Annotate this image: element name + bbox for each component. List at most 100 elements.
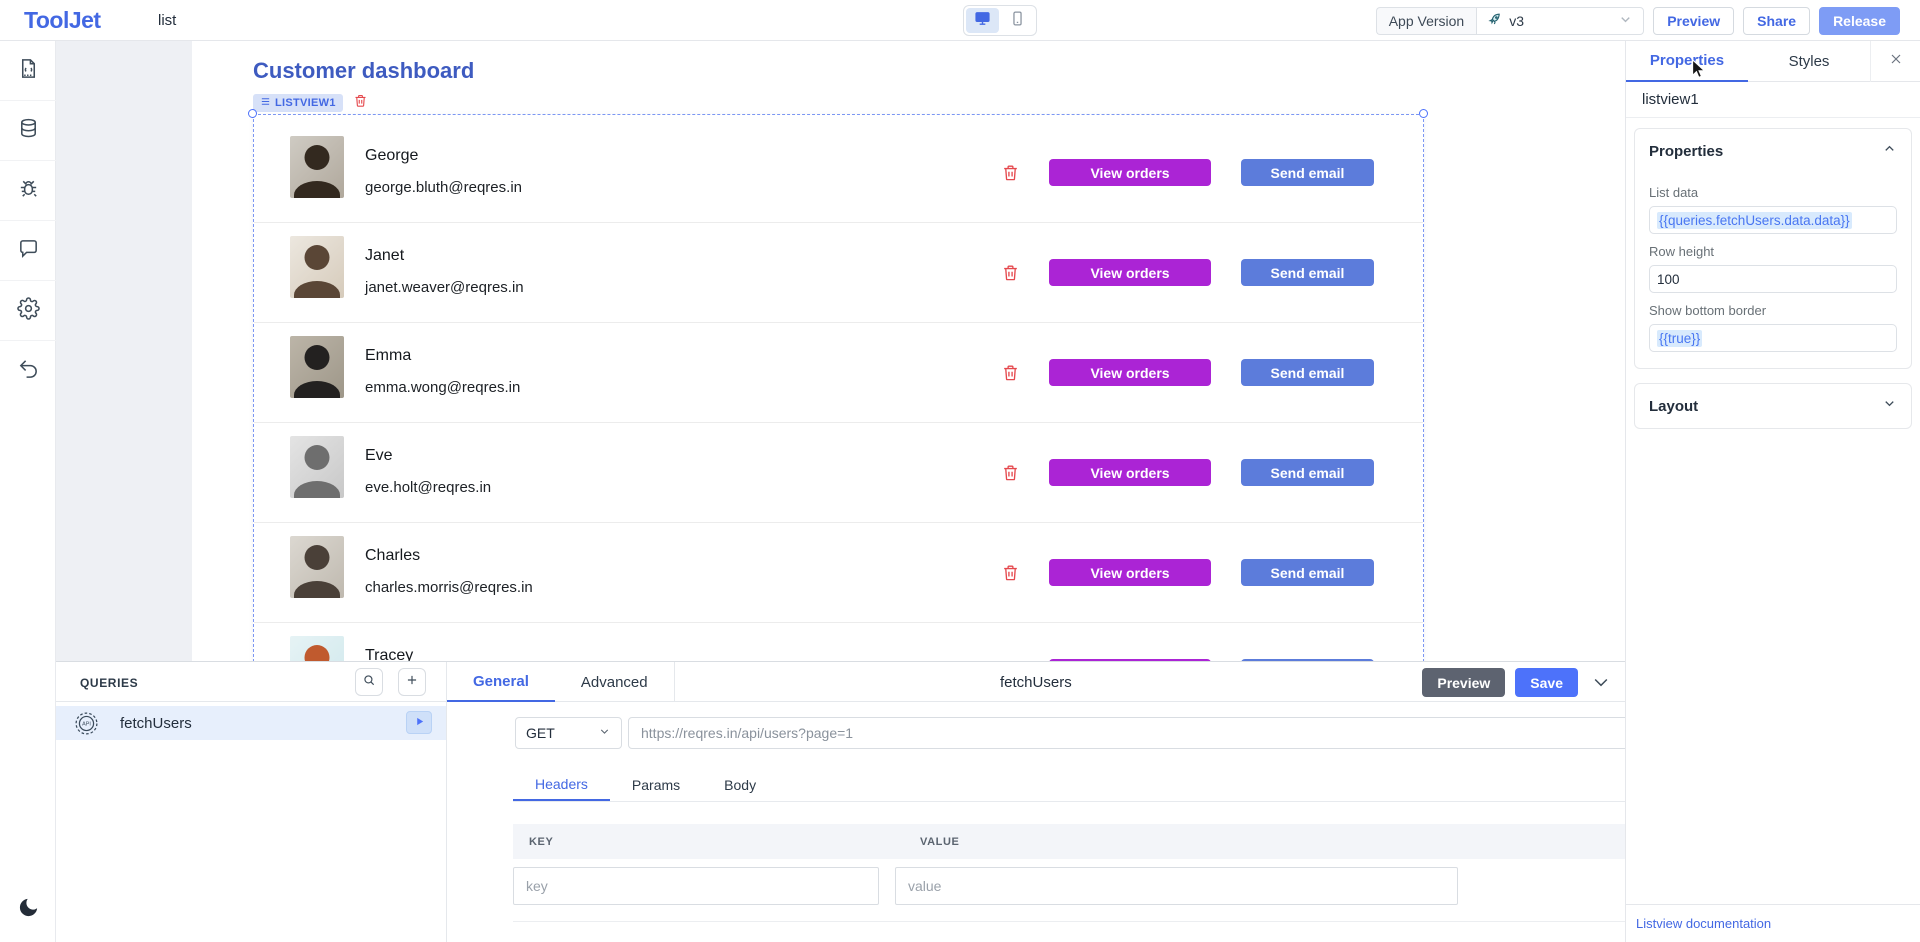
headers-table-header: KEY VALUE bbox=[513, 824, 1671, 859]
query-preview-button[interactable]: Preview bbox=[1422, 668, 1505, 697]
desktop-layout-button[interactable] bbox=[966, 8, 999, 33]
app-name[interactable]: list bbox=[158, 12, 176, 29]
share-button[interactable]: Share bbox=[1743, 7, 1810, 35]
listview-documentation-link[interactable]: Listview documentation bbox=[1636, 916, 1771, 931]
resize-handle-top-right[interactable] bbox=[1419, 109, 1428, 118]
search-icon bbox=[362, 673, 376, 692]
avatar-body bbox=[294, 181, 340, 198]
chevron-down-icon bbox=[1591, 679, 1611, 696]
layout-section-header[interactable]: Layout bbox=[1635, 384, 1911, 428]
send-email-button[interactable]: Send email bbox=[1241, 159, 1374, 186]
chevron-down-icon bbox=[1882, 396, 1897, 416]
delete-row-icon[interactable] bbox=[1001, 563, 1020, 587]
avatar bbox=[290, 336, 344, 398]
tab-general[interactable]: General bbox=[447, 662, 555, 702]
active-query-title[interactable]: fetchUsers bbox=[1000, 674, 1072, 691]
tooljet-app-builder: ToolJet list App Version v3 Preview Sh bbox=[0, 0, 1920, 942]
delete-row-icon[interactable] bbox=[1001, 163, 1020, 187]
list-data-label: List data bbox=[1649, 185, 1897, 200]
list-item: Eve eve.holt@reqres.in View orders Send … bbox=[254, 423, 1423, 523]
row-height-input[interactable]: 100 bbox=[1649, 265, 1897, 293]
view-orders-button[interactable]: View orders bbox=[1049, 359, 1211, 386]
widget-badge-label: LISTVIEW1 bbox=[275, 97, 336, 109]
sidebar-item-datasources[interactable] bbox=[0, 101, 56, 161]
bottom-border-input[interactable]: {{true}} bbox=[1649, 324, 1897, 352]
widget-delete-icon[interactable] bbox=[353, 93, 368, 113]
properties-fields: List data {{queries.fetchUsers.data.data… bbox=[1635, 173, 1911, 368]
tab-styles[interactable]: Styles bbox=[1748, 41, 1870, 82]
tab-advanced[interactable]: Advanced bbox=[555, 662, 674, 702]
view-orders-button[interactable]: View orders bbox=[1049, 459, 1211, 486]
sidebar-item-undo[interactable] bbox=[0, 341, 56, 401]
row-email: charles.morris@reqres.in bbox=[365, 579, 533, 596]
preview-button[interactable]: Preview bbox=[1653, 7, 1734, 35]
release-button[interactable]: Release bbox=[1819, 7, 1900, 35]
page-title[interactable]: Customer dashboard bbox=[253, 58, 474, 84]
view-orders-button[interactable]: View orders bbox=[1049, 159, 1211, 186]
query-list-item-fetchusers[interactable]: API fetchUsers bbox=[56, 706, 446, 740]
query-search-button[interactable] bbox=[355, 668, 383, 696]
sidebar-item-debugger[interactable] bbox=[0, 161, 56, 221]
listview-widget[interactable]: George george.bluth@reqres.in View order… bbox=[253, 114, 1424, 661]
collapse-panel-button[interactable] bbox=[1591, 672, 1611, 697]
properties-section-header[interactable]: Properties bbox=[1635, 129, 1911, 173]
widget-badge[interactable]: LISTVIEW1 bbox=[253, 94, 343, 112]
query-list-pane: QUERIES API fetchUsers bbox=[56, 662, 447, 942]
value-column-header: VALUE bbox=[920, 836, 959, 848]
send-email-button[interactable]: Send email bbox=[1241, 259, 1374, 286]
header-value-input[interactable] bbox=[895, 867, 1458, 905]
sidebar-item-pages[interactable] bbox=[0, 41, 56, 101]
delete-row-icon[interactable] bbox=[1001, 263, 1020, 287]
rocket-icon bbox=[1487, 12, 1502, 30]
tab-params[interactable]: Params bbox=[610, 768, 702, 801]
http-method-value: GET bbox=[526, 725, 555, 741]
view-orders-button[interactable]: View orders bbox=[1049, 559, 1211, 586]
list-item: Charles charles.morris@reqres.in View or… bbox=[254, 523, 1423, 623]
chevron-up-icon bbox=[1882, 141, 1897, 161]
send-email-button[interactable]: Send email bbox=[1241, 359, 1374, 386]
row-name: Eve bbox=[365, 447, 393, 465]
sidebar-item-comments[interactable] bbox=[0, 221, 56, 281]
tab-body[interactable]: Body bbox=[702, 768, 778, 801]
sidebar-item-settings[interactable] bbox=[0, 281, 56, 341]
tab-properties[interactable]: Properties bbox=[1626, 41, 1748, 82]
avatar bbox=[290, 436, 344, 498]
row-email: emma.wong@reqres.in bbox=[365, 379, 520, 396]
avatar-head bbox=[305, 445, 330, 470]
send-email-button[interactable]: Send email bbox=[1241, 559, 1374, 586]
row-height-value: 100 bbox=[1657, 272, 1680, 287]
app-canvas[interactable]: Customer dashboard LISTVIEW1 George geor… bbox=[56, 41, 1625, 661]
send-email-button[interactable]: Send email bbox=[1241, 459, 1374, 486]
properties-section-title: Properties bbox=[1649, 143, 1723, 160]
close-icon bbox=[1888, 51, 1904, 72]
view-orders-button[interactable]: View orders bbox=[1049, 259, 1211, 286]
close-inspector-button[interactable] bbox=[1870, 41, 1920, 82]
chevron-down-icon bbox=[1618, 12, 1633, 30]
list-item: Janet janet.weaver@reqres.in View orders… bbox=[254, 223, 1423, 323]
inspector-footer: Listview documentation bbox=[1626, 904, 1920, 942]
list-item: Tracey tracey.ramos@reqres.in View order… bbox=[254, 623, 1423, 661]
tab-headers[interactable]: Headers bbox=[513, 768, 610, 801]
debugger-icon bbox=[17, 177, 40, 205]
http-method-select[interactable]: GET bbox=[515, 717, 622, 749]
header-actions: App Version v3 Preview Share Release bbox=[1376, 7, 1900, 35]
dark-mode-toggle[interactable] bbox=[0, 896, 56, 924]
tooljet-logo[interactable]: ToolJet bbox=[24, 7, 101, 34]
list-data-input[interactable]: {{queries.fetchUsers.data.data}} bbox=[1649, 206, 1897, 234]
query-panel: QUERIES API fetchUsers General Adva bbox=[56, 661, 1625, 942]
delete-row-icon[interactable] bbox=[1001, 463, 1020, 487]
app-version-select[interactable]: v3 bbox=[1476, 7, 1644, 35]
layout-section-title: Layout bbox=[1649, 398, 1698, 415]
mobile-layout-button[interactable] bbox=[1001, 8, 1034, 33]
properties-section: Properties List data {{queries.fetchUser… bbox=[1634, 128, 1912, 369]
avatar bbox=[290, 236, 344, 298]
query-save-button[interactable]: Save bbox=[1515, 668, 1578, 697]
run-query-button[interactable] bbox=[406, 711, 432, 734]
delete-row-icon[interactable] bbox=[1001, 363, 1020, 387]
resize-handle-top-left[interactable] bbox=[248, 109, 257, 118]
list-data-value: {{queries.fetchUsers.data.data}} bbox=[1657, 212, 1852, 229]
avatar bbox=[290, 536, 344, 598]
header-key-input[interactable] bbox=[513, 867, 879, 905]
request-url-input[interactable] bbox=[628, 717, 1673, 749]
add-query-button[interactable] bbox=[398, 668, 426, 696]
